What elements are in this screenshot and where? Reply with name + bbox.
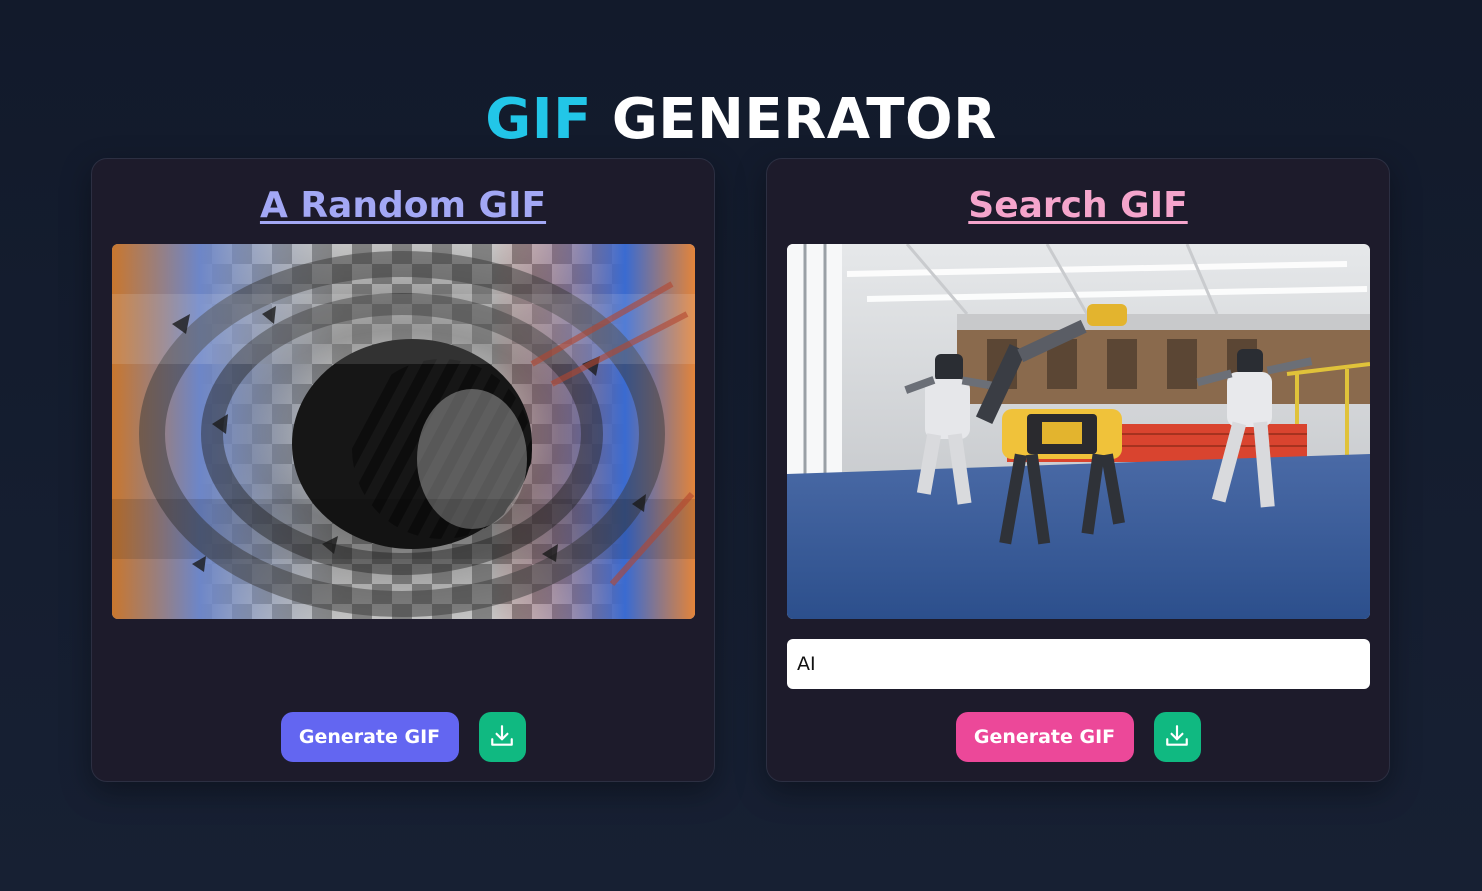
title-accent: GIF: [485, 86, 592, 152]
random-download-button[interactable]: [478, 712, 526, 762]
random-gif-card: A Random GIF Generate GIF: [91, 158, 715, 782]
page-title: GIF GENERATOR: [0, 82, 1482, 158]
search-gif-card: Search GIF AI Generate GIF: [766, 158, 1390, 782]
search-generate-button[interactable]: Generate GIF: [955, 712, 1134, 762]
search-gif-image: [787, 244, 1370, 619]
search-gif-title[interactable]: Search GIF: [767, 183, 1389, 229]
search-input[interactable]: [787, 639, 1370, 689]
random-generate-button[interactable]: Generate GIF: [280, 712, 459, 762]
download-icon: [489, 723, 515, 752]
random-gif-title[interactable]: A Random GIF: [92, 183, 714, 229]
title-rest: GENERATOR: [611, 86, 997, 152]
random-gif-image: [112, 244, 695, 619]
search-download-button[interactable]: [1153, 712, 1201, 762]
download-icon: [1164, 723, 1190, 752]
random-actions: Generate GIF: [92, 712, 714, 762]
search-actions: Generate GIF: [767, 712, 1389, 762]
